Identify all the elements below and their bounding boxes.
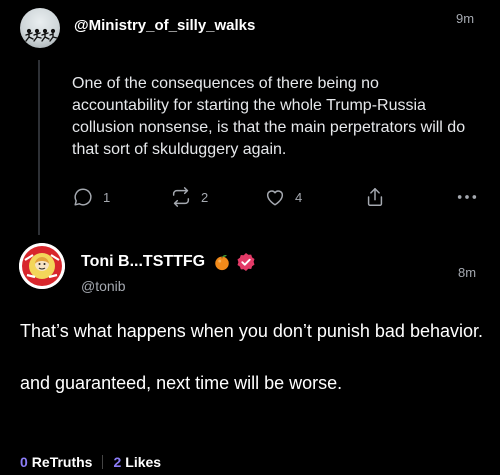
retruth-icon xyxy=(172,187,190,207)
reply-count: 1 xyxy=(103,189,111,205)
heart-icon xyxy=(266,190,284,206)
retruth-count: 2 xyxy=(201,189,209,205)
thread-connector-line xyxy=(38,60,40,235)
reply-handle[interactable]: @tonib xyxy=(81,278,126,294)
retruths-count: 0 xyxy=(20,454,28,470)
parent-handle[interactable]: @Ministry_of_silly_walks xyxy=(74,17,255,34)
likes-stat[interactable]: 2 Likes xyxy=(113,454,161,470)
parent-post-body: One of the consequences of there being n… xyxy=(72,75,466,158)
likes-count: 2 xyxy=(113,454,122,470)
reply-timestamp[interactable]: 8m xyxy=(458,265,476,280)
reply-avatar[interactable] xyxy=(19,243,65,289)
parent-timestamp[interactable]: 9m xyxy=(456,11,474,26)
retruth-button[interactable]: 2 xyxy=(170,183,208,211)
stats-divider xyxy=(102,455,104,469)
share-button[interactable] xyxy=(364,183,386,211)
verified-badge-icon xyxy=(237,253,255,271)
reply-display-name[interactable]: Toni B...TSTTFG xyxy=(81,253,205,271)
like-button[interactable]: 4 xyxy=(264,183,302,211)
reply-name-row: Toni B...TSTTFG xyxy=(81,251,256,273)
reply-button[interactable]: 1 xyxy=(72,183,110,211)
parent-action-bar: 1 2 4 xyxy=(72,183,484,211)
silly-walks-avatar-image xyxy=(25,28,58,42)
reply-paragraph-2: and guaranteed, next time will be worse. xyxy=(20,373,343,393)
more-icon xyxy=(457,195,477,199)
reply-stats: 0 ReTruths 2 Likes xyxy=(20,452,161,472)
retruths-label: ReTruths xyxy=(31,454,93,470)
share-icon xyxy=(367,188,383,206)
more-options-button[interactable] xyxy=(456,183,478,211)
orange-emoji-icon xyxy=(215,255,229,271)
parent-avatar[interactable] xyxy=(20,8,60,48)
toni-avatar-image xyxy=(19,243,65,289)
like-count: 4 xyxy=(295,189,303,205)
retruths-stat[interactable]: 0 ReTruths xyxy=(20,454,92,470)
likes-label: Likes xyxy=(125,454,162,470)
reply-icon xyxy=(74,188,92,206)
reply-paragraph-1: That’s what happens when you don’t punis… xyxy=(20,321,483,341)
reply-post-body: That’s what happens when you don’t punis… xyxy=(20,318,490,396)
